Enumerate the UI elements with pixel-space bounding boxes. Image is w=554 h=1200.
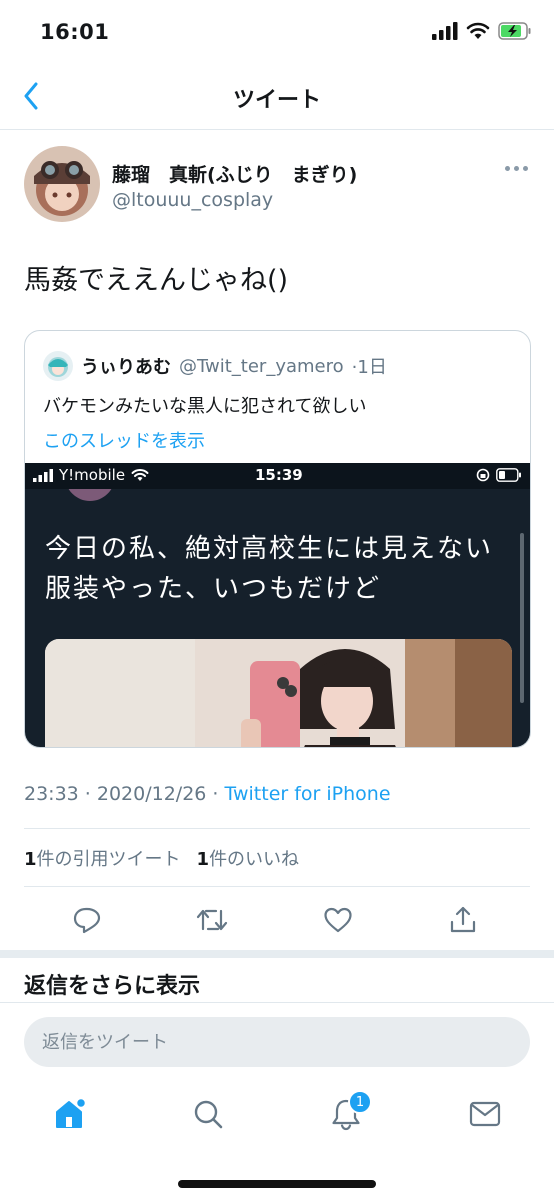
media-carrier: Y!mobile <box>33 466 149 484</box>
media-photo <box>45 639 512 747</box>
media-scrollbar <box>520 533 524 703</box>
heart-icon <box>324 907 352 933</box>
notifications-badge: 1 <box>348 1090 372 1114</box>
quote-tweets-stat[interactable]: 1件の引用ツイート <box>24 845 181 871</box>
media-battery-icon <box>496 468 521 482</box>
share-button[interactable] <box>447 904 479 936</box>
mail-icon <box>469 1101 501 1127</box>
search-icon <box>194 1100 223 1129</box>
likes-stat[interactable]: 1件のいいね <box>197 845 300 871</box>
show-thread-link[interactable]: このスレッドを表示 <box>43 427 205 453</box>
like-button[interactable] <box>322 904 354 936</box>
tweet-actions <box>0 900 554 940</box>
author-handle[interactable]: @ltouuu_cosplay <box>112 189 273 211</box>
author-avatar[interactable] <box>24 146 100 222</box>
home-indicator[interactable] <box>178 1180 376 1188</box>
tab-messages[interactable] <box>465 1094 505 1134</box>
quoted-avatar <box>43 351 73 381</box>
dot <box>514 166 519 171</box>
tab-notifications[interactable]: 1 <box>326 1090 372 1134</box>
tab-home[interactable] <box>50 1094 90 1134</box>
tab-search[interactable] <box>188 1094 228 1134</box>
quoted-media[interactable]: Y!mobile 15:39 今日の私、絶対高校生には見えない 服装やった、いつ… <box>25 463 530 747</box>
media-signal-icon <box>33 468 53 482</box>
dot <box>523 166 528 171</box>
media-status-bar: Y!mobile 15:39 <box>25 463 530 489</box>
wifi-icon <box>466 22 490 39</box>
more-replies-heading[interactable]: 返信をさらに表示 <box>24 968 200 1000</box>
quoted-tweet-age: ·1日 <box>351 357 387 378</box>
more-options-button[interactable] <box>505 166 528 171</box>
media-wifi-icon <box>131 468 149 481</box>
tweet-author: 藤瑠 真斬(ふじり まぎり) @ltouuu_cosplay <box>24 146 534 226</box>
reply-button[interactable] <box>71 904 103 936</box>
media-status-right <box>476 468 522 482</box>
tweet-text: 馬姦でええんじゃね() <box>24 265 289 296</box>
quoted-avatar-image <box>43 351 73 381</box>
media-rotation-lock-icon <box>476 468 490 482</box>
reply-input[interactable] <box>24 1017 530 1067</box>
quoted-tweet-header: うぃりあむ @Twit_ter_yamero ·1日 <box>43 351 387 381</box>
battery-charging-icon <box>498 22 531 40</box>
divider <box>24 886 530 887</box>
quoted-tweet[interactable]: うぃりあむ @Twit_ter_yamero ·1日 バケモンみたいな黒人に犯さ… <box>24 330 531 748</box>
status-bar: 16:01 <box>0 0 554 62</box>
likes-label: 件のいいね <box>209 849 300 870</box>
quoted-author-handle: @Twit_ter_yamero <box>179 355 344 377</box>
tweet-timestamp: 23:33 · 2020/12/26 · <box>24 783 225 805</box>
media-screenshot-text: 今日の私、絶対高校生には見えない 服装やった、いつもだけど <box>45 534 494 604</box>
media-time: 15:39 <box>255 466 303 484</box>
avatar-image <box>24 146 100 222</box>
tweet-source-link[interactable]: Twitter for iPhone <box>225 783 391 805</box>
reply-bar <box>0 1002 554 1080</box>
divider <box>24 828 530 829</box>
quoted-author-name: うぃりあむ <box>81 357 171 378</box>
status-icons <box>432 22 532 40</box>
home-icon <box>56 1097 87 1128</box>
share-icon <box>450 906 476 933</box>
quoted-tweet-text: バケモンみたいな黒人に犯されて欲しい <box>43 396 367 417</box>
quote-label: 件の引用ツイート <box>36 849 181 870</box>
section-separator <box>0 950 554 958</box>
likes-count: 1 <box>196 849 210 870</box>
signal-icon <box>432 22 458 40</box>
tweet-metadata: 23:33 · 2020/12/26 · Twitter for iPhone <box>24 783 391 805</box>
status-time: 16:01 <box>40 20 110 44</box>
media-carrier-name: Y!mobile <box>59 466 126 484</box>
dot <box>505 166 510 171</box>
quote-count: 1 <box>24 849 37 870</box>
retweet-button[interactable] <box>196 904 228 936</box>
tweet-stats: 1件の引用ツイート 1件のいいね <box>24 845 299 871</box>
retweet-icon <box>196 909 228 931</box>
media-selfie-image <box>45 639 512 747</box>
author-name[interactable]: 藤瑠 真斬(ふじり まぎり) <box>112 160 357 187</box>
page-title: ツイート <box>232 88 321 113</box>
reply-icon <box>73 907 101 934</box>
nav-bar: ツイート <box>0 62 554 130</box>
